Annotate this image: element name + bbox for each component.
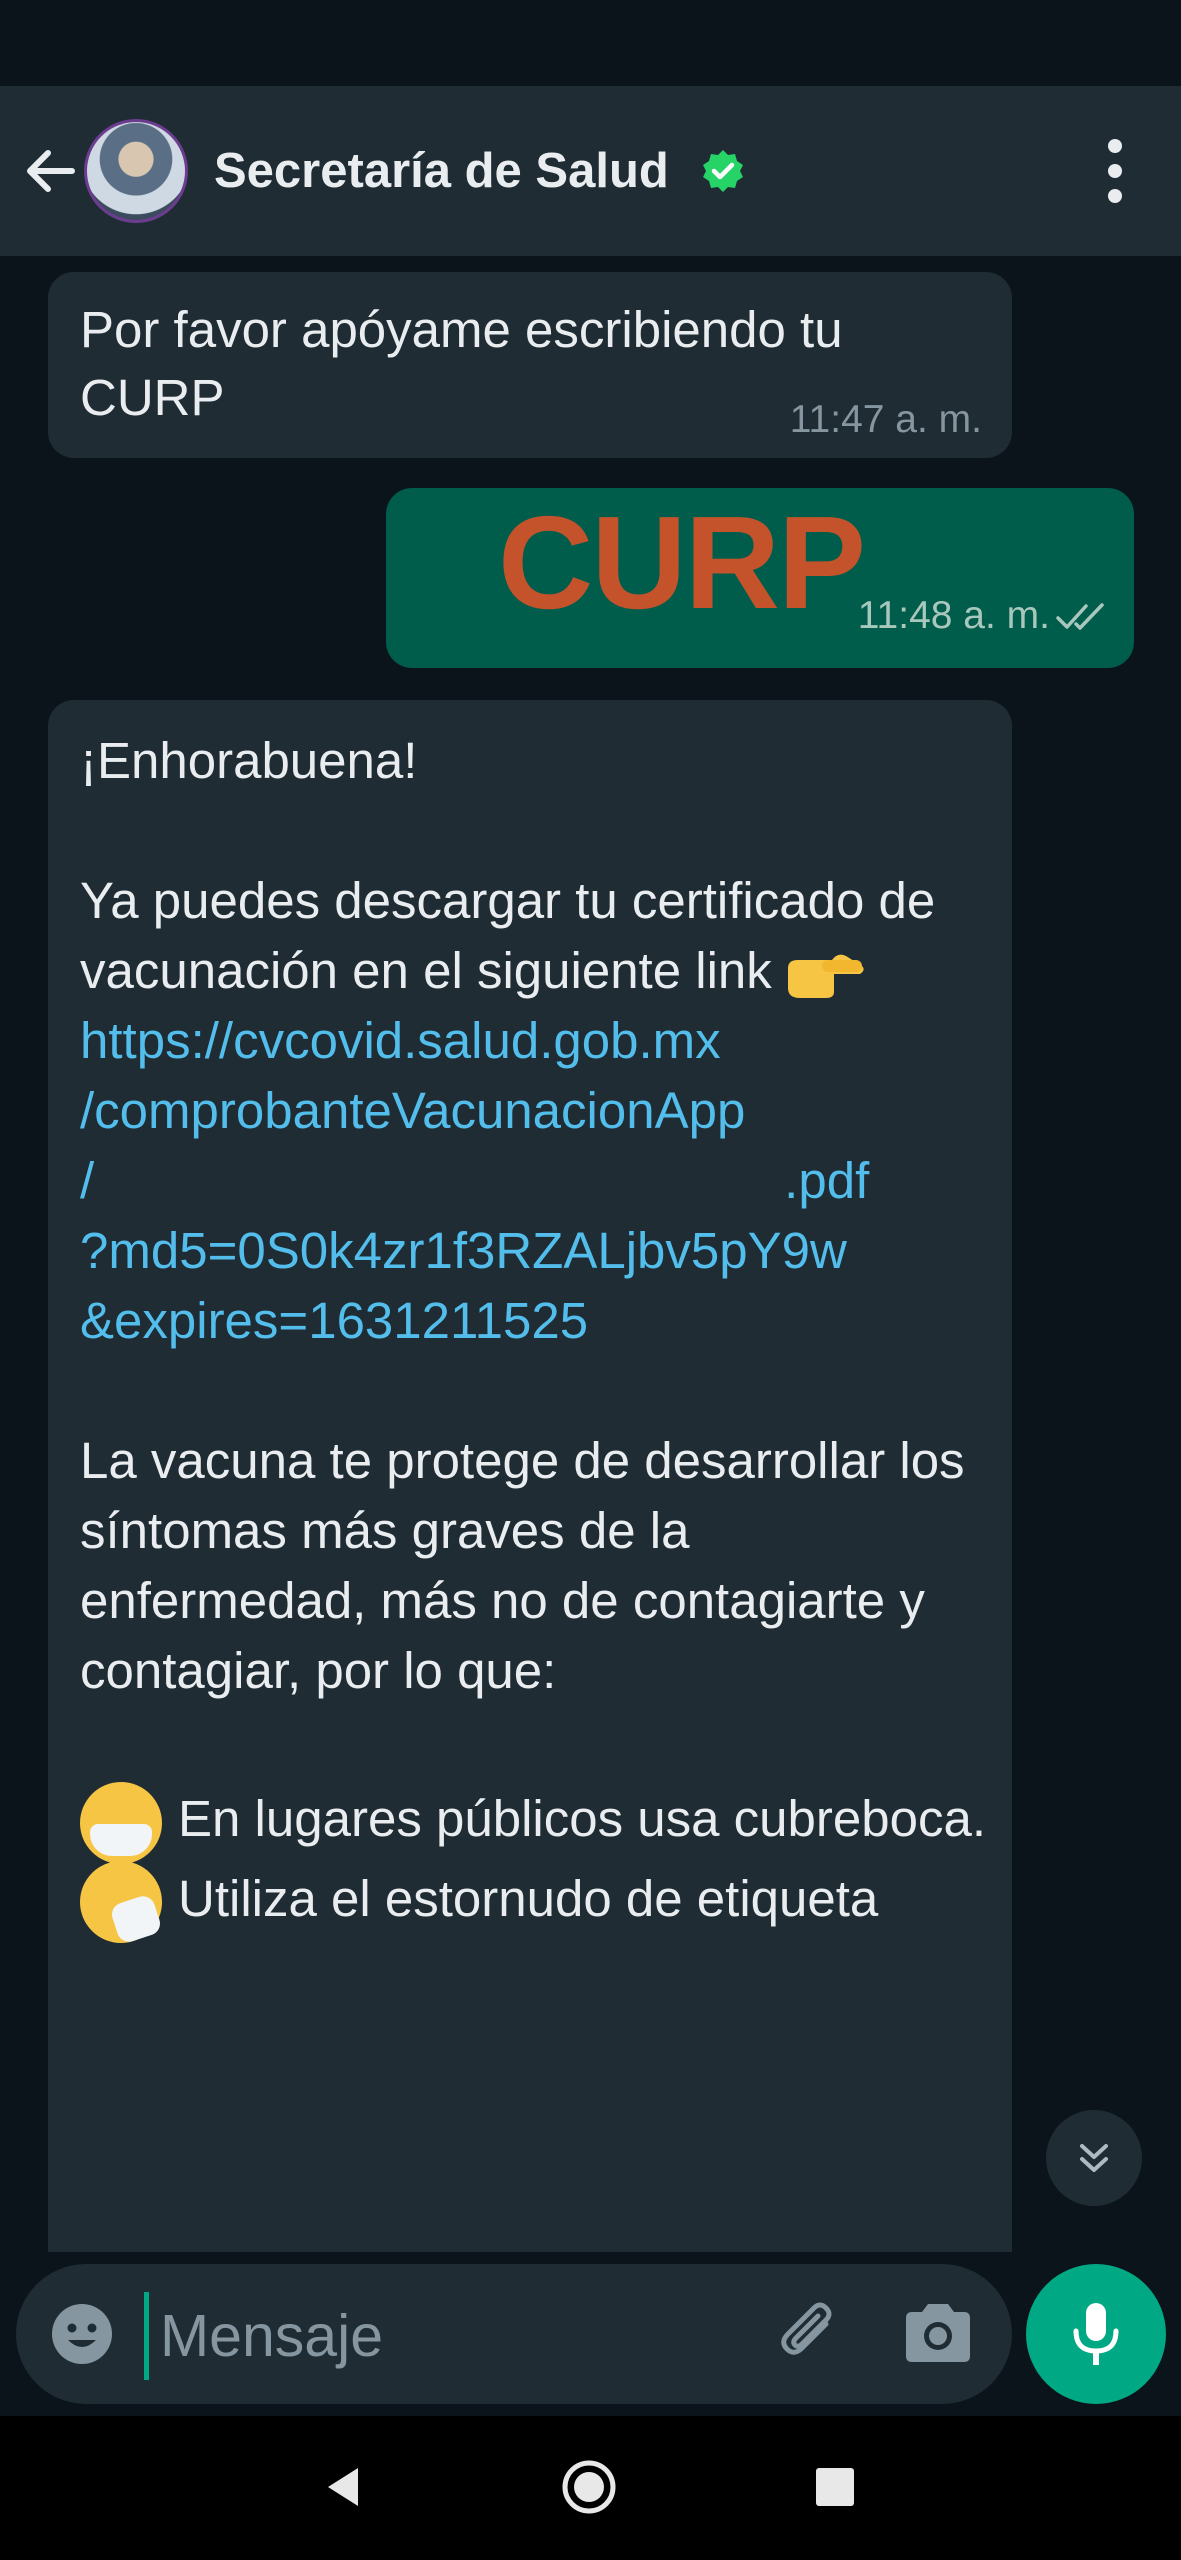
nav-recents-icon[interactable] (816, 2468, 854, 2506)
verified-check-icon (703, 150, 743, 192)
message-time: 11:47 a. m. (789, 398, 982, 441)
message-greeting: ¡Enhorabuena! (80, 732, 418, 789)
tip-text: En lugares públicos usa cubreboca. (178, 1790, 987, 1847)
incoming-message-bubble[interactable]: ¡Enhorabuena! Ya puedes descargar tu cer… (48, 700, 1012, 2252)
chat-header: Secretaría de Salud (0, 86, 1181, 256)
message-composer (16, 2264, 1012, 2404)
nav-back-icon[interactable] (318, 2462, 368, 2512)
emoji-icon[interactable] (44, 2296, 120, 2372)
sneezing-face-icon (80, 1861, 162, 1944)
back-button[interactable] (20, 136, 80, 206)
camera-icon[interactable] (896, 2294, 980, 2374)
status-bar (0, 0, 1181, 86)
chat-area: Por favor apóyame escribiendo tu CURP 11… (0, 256, 1181, 2252)
nav-home-icon[interactable] (560, 2458, 618, 2516)
message-paragraph: La vacuna te protege de desarrollar los … (80, 1432, 965, 1699)
outgoing-message-bubble[interactable]: CURP 11:48 a. m. (386, 488, 1134, 668)
arrow-left-icon (27, 150, 75, 192)
face-with-mask-icon (80, 1781, 162, 1864)
pointing-hand-icon (782, 948, 868, 1002)
avatar[interactable] (84, 119, 188, 223)
message-body: ¡Enhorabuena! Ya puedes descargar tu cer… (80, 726, 1000, 1944)
paperclip-icon[interactable] (770, 2294, 850, 2374)
tip-text: Utiliza el estornudo de etiqueta (178, 1869, 879, 1927)
chat-title[interactable]: Secretaría de Salud (214, 136, 669, 206)
incoming-message-bubble[interactable]: Por favor apóyame escribiendo tu CURP 11… (48, 272, 1012, 458)
scroll-to-bottom-button[interactable] (1046, 2110, 1142, 2206)
system-nav-bar (0, 2416, 1181, 2560)
text-cursor (144, 2292, 149, 2380)
double-check-icon (1056, 603, 1104, 630)
microphone-icon (1073, 2303, 1119, 2365)
double-chevron-down-icon (1080, 2144, 1108, 2172)
message-time: 11:48 a. m. (857, 594, 1050, 637)
message-text: CURP (498, 489, 866, 636)
certificate-link[interactable]: https://cvcovid.salud.gob.mx /comprobant… (80, 1006, 1000, 1356)
mic-button[interactable] (1026, 2264, 1166, 2404)
message-input[interactable] (158, 2290, 762, 2382)
more-vertical-icon[interactable] (1090, 126, 1140, 216)
